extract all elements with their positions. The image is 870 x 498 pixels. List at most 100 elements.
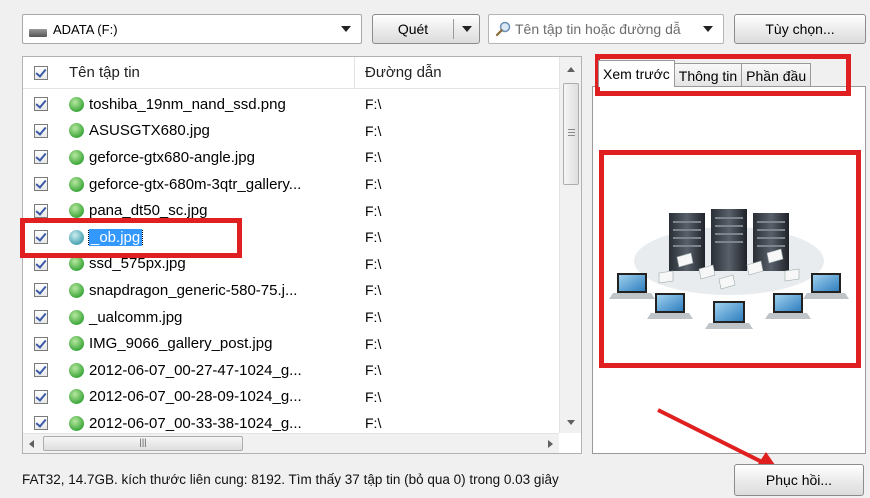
status-dot-icon [69, 309, 84, 325]
chevron-down-icon [461, 26, 472, 32]
scroll-right-icon[interactable] [548, 440, 553, 448]
drive-icon [29, 29, 47, 37]
select-all-checkbox[interactable] [34, 65, 48, 80]
file-name: IMG_9066_gallery_post.jpg [89, 335, 273, 353]
row-checkbox-cell [23, 283, 59, 298]
row-checkbox[interactable] [34, 336, 48, 351]
tab-preview[interactable]: Xem trước [598, 60, 675, 87]
status-dot-icon [69, 123, 84, 139]
row-checkbox[interactable] [34, 310, 48, 325]
status-bar-text: FAT32, 14.7GB. kích thước liên cung: 819… [22, 472, 559, 487]
status-dot-icon [69, 149, 84, 165]
row-checkbox-cell [23, 123, 59, 138]
file-name-cell: IMG_9066_gallery_post.jpg [59, 335, 355, 352]
file-path: F:\ [365, 202, 382, 219]
file-path: F:\ [365, 122, 382, 139]
highlight-preview [599, 150, 861, 368]
file-name: 2012-06-07_00-28-09-1024_g... [89, 388, 302, 406]
scroll-left-icon[interactable] [29, 440, 34, 448]
status-dot-icon [69, 362, 84, 378]
horizontal-scroll-thumb[interactable]: ||| [43, 436, 243, 451]
table-row[interactable]: toshiba_19nm_nand_ssd.png F:\ [23, 91, 559, 118]
file-path: F:\ [365, 149, 382, 166]
row-checkbox-cell [23, 363, 59, 378]
chevron-down-icon [341, 26, 351, 32]
vertical-scrollbar[interactable] [559, 57, 581, 433]
column-header-name[interactable]: Tên tập tin [59, 57, 355, 88]
row-checkbox[interactable] [34, 416, 48, 431]
scan-button-label: Quét [397, 21, 429, 37]
file-list-header: Tên tập tin Đường dẫn [23, 57, 559, 89]
table-row[interactable]: geforce-gtx680-angle.jpg F:\ [23, 144, 559, 171]
table-row[interactable]: 2012-06-07_00-27-47-1024_g... F:\ [23, 357, 559, 384]
row-checkbox-cell [23, 150, 59, 165]
column-header-path[interactable]: Đường dẫn [355, 57, 559, 88]
file-name: snapdragon_generic-580-75.j... [89, 281, 298, 299]
options-button-label: Tùy chọn... [765, 21, 835, 37]
table-row[interactable]: 2012-06-07_00-28-09-1024_g... F:\ [23, 384, 559, 411]
scan-dropdown-toggle[interactable] [454, 26, 479, 32]
row-checkbox-cell [23, 203, 59, 218]
file-name-cell: toshiba_19nm_nand_ssd.png [59, 96, 355, 113]
drive-select[interactable]: ADATA (F:) [22, 14, 362, 44]
table-row[interactable]: IMG_9066_gallery_post.jpg F:\ [23, 330, 559, 357]
scroll-thumb[interactable] [563, 83, 579, 185]
row-checkbox[interactable] [34, 150, 48, 165]
search-input[interactable]: Tên tập tin hoặc đường dẫ [488, 14, 724, 44]
search-placeholder: Tên tập tin hoặc đường dẫ [515, 21, 681, 37]
file-name: geforce-gtx-680m-3qtr_gallery... [89, 175, 302, 193]
restore-button[interactable]: Phục hồi... [734, 464, 864, 496]
file-name-cell: pana_dt50_sc.jpg [59, 202, 355, 219]
file-name: 2012-06-07_00-33-38-1024_g... [89, 414, 302, 432]
table-row[interactable]: ASUSGTX680.jpg F:\ [23, 118, 559, 145]
status-dot-icon [69, 176, 84, 192]
scan-button[interactable]: Quét [372, 14, 480, 44]
row-checkbox[interactable] [34, 283, 48, 298]
row-checkbox[interactable] [34, 123, 48, 138]
file-name: _ualcomm.jpg [89, 308, 183, 326]
chevron-down-icon[interactable] [703, 26, 713, 32]
scroll-up-icon[interactable] [567, 67, 575, 72]
status-dot-icon [69, 96, 84, 112]
row-checkbox-cell [23, 310, 59, 325]
table-row[interactable]: geforce-gtx-680m-3qtr_gallery... F:\ [23, 171, 559, 198]
row-checkbox-cell [23, 97, 59, 112]
row-checkbox-cell [23, 336, 59, 351]
file-name-cell: _ualcomm.jpg [59, 309, 355, 326]
row-checkbox-cell [23, 177, 59, 192]
file-path: F:\ [365, 335, 382, 352]
row-checkbox[interactable] [34, 389, 48, 404]
file-name-cell: 2012-06-07_00-28-09-1024_g... [59, 388, 355, 405]
file-path: F:\ [365, 388, 382, 405]
row-checkbox-cell [23, 389, 59, 404]
row-checkbox[interactable] [34, 256, 48, 271]
file-name: toshiba_19nm_nand_ssd.png [89, 95, 286, 113]
horizontal-scrollbar[interactable]: ||| [23, 433, 559, 453]
restore-button-label: Phục hồi... [765, 472, 833, 488]
scroll-down-icon[interactable] [567, 420, 575, 425]
row-checkbox[interactable] [34, 97, 48, 112]
status-dot-icon [69, 282, 84, 298]
table-row[interactable]: snapdragon_generic-580-75.j... F:\ [23, 277, 559, 304]
file-name-cell: geforce-gtx680-angle.jpg [59, 149, 355, 166]
row-checkbox[interactable] [34, 203, 48, 218]
file-name-cell: snapdragon_generic-580-75.j... [59, 282, 355, 299]
row-checkbox[interactable] [34, 363, 48, 378]
status-dot-icon [69, 336, 84, 352]
drive-select-label: ADATA (F:) [53, 21, 118, 37]
file-name: ASUSGTX680.jpg [89, 122, 210, 140]
file-path: F:\ [365, 96, 382, 113]
row-checkbox-cell [23, 416, 59, 431]
select-all-checkbox-cell [23, 57, 59, 88]
status-dot-icon [69, 389, 84, 405]
options-button[interactable]: Tùy chọn... [734, 14, 866, 44]
table-row[interactable]: _ualcomm.jpg F:\ [23, 304, 559, 331]
file-name-cell: 2012-06-07_00-27-47-1024_g... [59, 362, 355, 379]
file-name: pana_dt50_sc.jpg [89, 202, 208, 220]
row-checkbox[interactable] [34, 177, 48, 192]
file-name-cell: 2012-06-07_00-33-38-1024_g... [59, 415, 355, 432]
file-path: F:\ [365, 415, 382, 432]
file-name: 2012-06-07_00-27-47-1024_g... [89, 361, 302, 379]
file-path: F:\ [365, 309, 382, 326]
row-checkbox-cell [23, 256, 59, 271]
